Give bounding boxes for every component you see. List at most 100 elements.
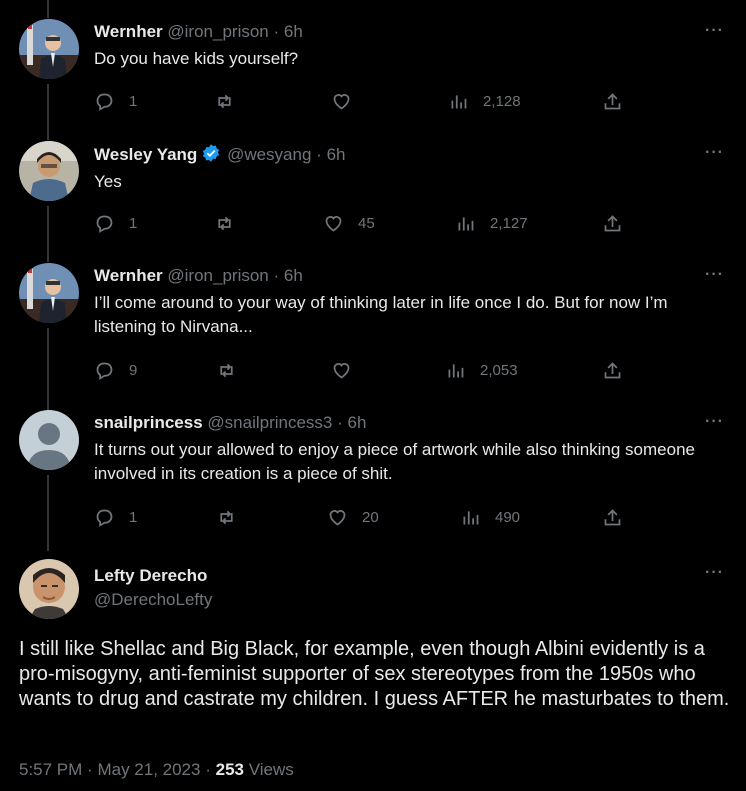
repost-button[interactable] [214,90,235,112]
author-handle[interactable]: @wesyang [227,145,311,164]
dot-separator: · [205,760,211,779]
repost-button[interactable] [214,212,235,234]
timestamp[interactable]: 6h [348,413,367,432]
repost-button[interactable] [216,506,237,528]
repost-icon [218,94,231,108]
tweet-text: Yes [94,172,122,191]
reply-tweet[interactable]: Wernher @iron_prison · 6h I’ll come arou… [0,244,746,410]
tweet-text: I still like Shellac and Big Black, for … [19,638,730,710]
action-bar: 1 2,128 [94,90,624,112]
like-button[interactable]: 45 [323,212,375,234]
timestamp[interactable]: 6h [284,266,303,285]
reply-tweet[interactable]: Wesley Yang @wesyang · 6h Yes ··· 1 45 2… [0,122,746,262]
share-button[interactable] [602,506,623,528]
avatar[interactable] [19,410,79,470]
reply-count: 1 [129,214,138,232]
action-bar: 1 45 2,127 [94,212,624,234]
reply-count: 1 [129,92,138,110]
views-button[interactable]: 2,053 [445,359,518,381]
avatar[interactable] [19,19,79,79]
dot-separator: · [316,145,322,164]
author-name[interactable]: Wernher [94,22,163,41]
timestamp[interactable]: 6h [327,145,346,164]
thread-line [47,475,49,551]
views-button[interactable]: 2,128 [448,90,521,112]
more-options-icon[interactable]: ··· [705,144,724,162]
dot-separator: · [337,413,343,432]
reply-button[interactable]: 1 [94,212,137,234]
more-options-icon[interactable]: ··· [705,22,724,40]
analytics-icon [448,363,464,377]
reply-icon [96,362,113,380]
reply-icon [96,509,113,527]
like-count: 20 [362,508,379,526]
analytics-icon [463,510,479,524]
action-bar: 9 2,053 [94,359,624,381]
author-handle[interactable]: @DerechoLefty [94,588,212,612]
author-block: Lefty Derecho @DerechoLefty [94,564,212,612]
author-name[interactable]: Wesley Yang [94,145,197,164]
reply-count: 9 [129,361,138,379]
view-count: 2,053 [480,361,518,379]
view-count: 2,128 [483,92,521,110]
timestamp[interactable]: 6h [284,22,303,41]
tweet-text: I’ll come around to your way of thinking… [94,293,668,336]
repost-button[interactable] [216,359,237,381]
dot-separator: · [273,266,280,285]
share-button[interactable] [602,212,623,234]
views-label: Views [248,760,294,779]
more-options-icon[interactable]: ··· [705,413,724,431]
reply-tweet[interactable]: Wernher @iron_prison · 6h Do you have ki… [0,0,746,140]
reply-button[interactable]: 1 [94,90,137,112]
author-name[interactable]: Wernher [94,266,163,285]
author-name[interactable]: Lefty Derecho [94,564,212,588]
heart-icon [333,93,350,110]
reply-icon [96,215,113,233]
share-button[interactable] [602,359,623,381]
like-count: 45 [358,214,375,232]
heart-icon [325,215,342,232]
share-icon [604,361,621,378]
reply-content: Wernher @iron_prison · 6h I’ll come arou… [94,265,726,339]
repost-icon [220,510,233,524]
tweet-date[interactable]: May 21, 2023 [97,760,200,779]
reply-button[interactable]: 1 [94,506,137,528]
reply-header: Wesley Yang @wesyang · 6h [94,143,726,166]
analytics-icon [451,94,467,108]
like-button[interactable] [331,359,366,381]
reply-count: 1 [129,508,138,526]
avatar[interactable] [19,559,79,619]
more-options-icon[interactable]: ··· [705,564,724,582]
reply-header: Wernher @iron_prison · 6h [94,21,726,43]
tweet-meta: 5:57 PM · May 21, 2023 · 253 Views [19,760,294,780]
heart-icon [329,509,346,526]
share-icon [604,214,621,231]
author-handle[interactable]: @iron_prison [167,22,268,41]
default-avatar-icon [19,410,79,470]
reply-button[interactable]: 9 [94,359,137,381]
views-count: 253 [215,760,244,779]
more-options-icon[interactable]: ··· [705,266,724,284]
action-bar: 1 20 490 [94,506,624,528]
like-button[interactable]: 20 [327,506,379,528]
like-button[interactable] [331,90,366,112]
views-button[interactable]: 490 [460,506,520,528]
views-button[interactable]: 2,127 [455,212,528,234]
tweet-time[interactable]: 5:57 PM [19,760,82,779]
author-name[interactable]: snailprincess [94,413,203,432]
share-button[interactable] [602,90,623,112]
share-icon [604,508,621,525]
reply-header: Wernher @iron_prison · 6h [94,265,726,287]
repost-icon [218,216,231,230]
reply-tweet[interactable]: snailprincess @snailprincess3 · 6h It tu… [0,391,746,551]
verified-badge-icon [203,144,220,162]
author-handle[interactable]: @snailprincess3 [207,413,332,432]
analytics-icon [458,216,474,230]
avatar[interactable] [19,263,79,323]
view-count: 2,127 [490,214,528,232]
heart-icon [333,362,350,379]
author-handle[interactable]: @iron_prison [167,266,268,285]
dot-separator: · [273,22,280,41]
avatar[interactable] [19,141,79,201]
reply-content: snailprincess @snailprincess3 · 6h It tu… [94,412,726,486]
